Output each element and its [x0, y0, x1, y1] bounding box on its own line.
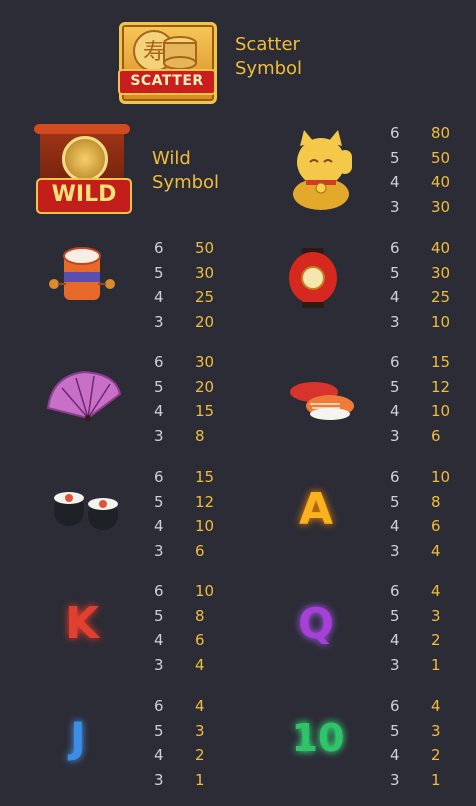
sushi-roll-icon [54, 492, 118, 530]
pay-row: 5 30 [390, 263, 451, 282]
letter-a-icon: A [298, 484, 334, 535]
pay-row: 64 [154, 697, 205, 715]
pay-row: 3 10 [390, 312, 451, 331]
scatter-label-line2: Symbol [235, 58, 303, 79]
pay-row: 6 10 [154, 582, 215, 600]
paytable-lucky-cat: 6 80 5 50 4 40 3 30 [390, 121, 450, 219]
pay-row: 36 [390, 426, 441, 445]
pay-row: 5 12 [154, 492, 215, 511]
pay-row: 64 [390, 697, 441, 715]
wild-label-line1: Wild [152, 148, 191, 169]
letter-q-icon: Q [298, 599, 334, 648]
letter-k-icon: K [64, 598, 100, 649]
pay-row: 53 [154, 721, 205, 740]
paytable-sushi-roll: 6 15 5 12 4 10 36 [154, 465, 214, 563]
paytable-letter-q: 64 53 42 31 [390, 579, 441, 677]
pay-row: 5 20 [154, 377, 215, 396]
paytable-fan: 6 30 5 20 4 15 38 [154, 350, 214, 448]
paytable-lantern: 6 40 5 30 4 25 3 10 [390, 236, 450, 334]
drum-icon [49, 247, 115, 300]
gong-icon [62, 136, 108, 182]
pay-row: 36 [154, 541, 205, 560]
pay-row: 58 [390, 492, 441, 511]
scatter-label-line1: Scatter [235, 34, 300, 55]
pay-row: 64 [390, 582, 441, 600]
wild-label: Wild Symbol [152, 147, 219, 195]
lantern-icon [289, 248, 337, 308]
pay-row: 4 25 [390, 288, 451, 307]
pay-row: 6 10 [390, 468, 451, 486]
pay-row: 53 [390, 606, 441, 625]
pay-row: 4 10 [390, 402, 451, 421]
pay-row: 5 50 [390, 148, 451, 167]
pay-row: 58 [154, 606, 205, 625]
pay-row: 42 [154, 746, 205, 765]
pay-row: 6 50 [154, 239, 215, 257]
pay-row: 6 15 [154, 468, 215, 486]
pay-row: 4 15 [154, 402, 215, 421]
pay-row: 31 [390, 655, 441, 674]
scatter-symbol-icon: 寿 SCATTER [118, 22, 217, 104]
pay-row: 4 40 [390, 173, 451, 192]
scatter-label: Scatter Symbol [235, 33, 302, 81]
pay-row: 31 [390, 770, 441, 789]
paytable-sushi-nigiri: 6 15 5 12 4 10 36 [390, 350, 450, 448]
pay-row: 6 30 [154, 353, 215, 371]
pay-row: 34 [390, 541, 441, 560]
pay-row: 31 [154, 770, 205, 789]
pay-row: 34 [154, 655, 205, 674]
paytable-letter-j: 64 53 42 31 [154, 694, 205, 792]
pay-row: 4 25 [154, 288, 215, 307]
pay-row: 42 [390, 631, 441, 650]
pay-row: 46 [154, 631, 205, 650]
paytable-number-10: 64 53 42 31 [390, 694, 441, 792]
number-10-icon: 10 [291, 716, 345, 760]
pay-row: 42 [390, 746, 441, 765]
paytable-letter-a: 6 10 58 46 34 [390, 465, 450, 563]
wild-label-line2: Symbol [152, 172, 220, 193]
pay-row: 6 15 [390, 353, 451, 371]
pay-row: 46 [390, 517, 441, 536]
scatter-ribbon: SCATTER [118, 69, 216, 95]
pay-row: 4 10 [154, 517, 215, 536]
paytable-drum: 6 50 5 30 4 25 3 20 [154, 236, 214, 334]
svg-text:寿: 寿 [143, 40, 165, 65]
pay-row: 3 30 [390, 197, 451, 216]
lucky-cat-icon [293, 130, 352, 210]
wild-ribbon: WILD [36, 178, 132, 214]
pay-row: 6 40 [390, 239, 451, 257]
pay-row: 6 80 [390, 124, 451, 142]
sushi-nigiri-icon [290, 382, 354, 420]
pay-row: 53 [390, 721, 441, 740]
letter-j-icon: J [70, 713, 86, 762]
wild-symbol-icon: WILD [34, 122, 132, 214]
pay-row: 5 12 [390, 377, 451, 396]
paytable-letter-k: 6 10 58 46 34 [154, 579, 214, 677]
pay-row: 38 [154, 426, 205, 445]
fan-icon [46, 370, 122, 421]
pay-row: 3 20 [154, 312, 215, 331]
coin-stack-icon: 寿 [133, 30, 197, 72]
pay-row: 5 30 [154, 263, 215, 282]
